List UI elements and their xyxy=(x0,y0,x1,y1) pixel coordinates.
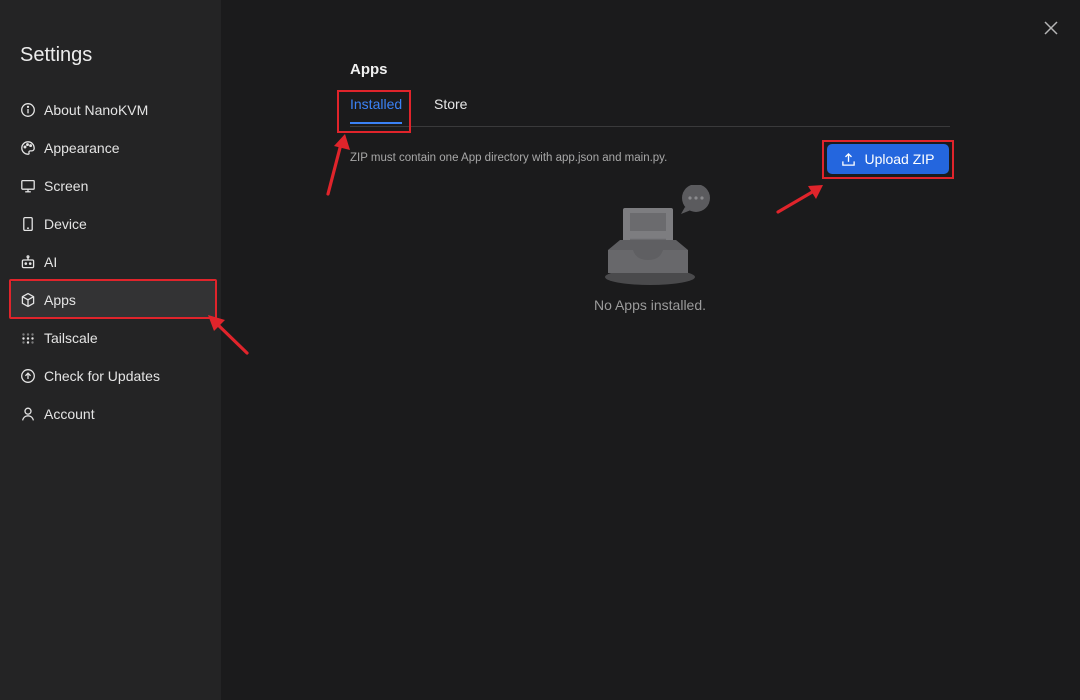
sidebar-item-label: Device xyxy=(44,216,87,232)
arrow-up-circle-icon xyxy=(20,368,36,384)
sidebar-nav: About NanoKVM Appearance Screen Device A… xyxy=(9,91,217,433)
user-icon xyxy=(20,406,36,422)
tab-store[interactable]: Store xyxy=(434,96,467,112)
annotation-box-upload xyxy=(822,140,954,179)
empty-state-message: No Apps installed. xyxy=(593,297,707,313)
annotation-arrow-upload xyxy=(776,185,823,214)
monitor-icon xyxy=(20,178,36,194)
sidebar-item-device[interactable]: Device xyxy=(10,205,216,243)
info-icon xyxy=(20,102,36,118)
robot-icon xyxy=(20,254,36,270)
sidebar-item-about[interactable]: About NanoKVM xyxy=(10,91,216,129)
sidebar-title: Settings xyxy=(20,44,93,66)
package-icon xyxy=(20,292,36,308)
phone-icon xyxy=(20,216,36,232)
annotation-arrow-apps xyxy=(208,315,249,355)
sidebar-item-ai[interactable]: AI xyxy=(10,243,216,281)
sidebar-item-label: AI xyxy=(44,254,58,270)
sidebar-item-label: Account xyxy=(44,406,95,422)
sidebar-item-account[interactable]: Account xyxy=(10,395,216,433)
sidebar-item-label: Tailscale xyxy=(44,330,98,346)
palette-icon xyxy=(20,140,36,156)
close-button[interactable] xyxy=(1042,19,1060,37)
sidebar: Settings About NanoKVM Appearance Screen xyxy=(0,0,221,700)
tailscale-icon xyxy=(20,330,36,346)
sidebar-item-label: Check for Updates xyxy=(44,368,160,384)
sidebar-item-check-updates[interactable]: Check for Updates xyxy=(10,357,216,395)
tab-bar: Installed Store xyxy=(337,90,950,133)
settings-window: Settings About NanoKVM Appearance Screen xyxy=(0,0,1080,700)
close-icon xyxy=(1044,21,1058,35)
sidebar-item-tailscale[interactable]: Tailscale xyxy=(10,319,216,357)
sidebar-item-label: About NanoKVM xyxy=(44,102,149,118)
sidebar-item-label: Apps xyxy=(44,292,76,308)
annotation-arrow-installed xyxy=(326,134,350,196)
sidebar-item-label: Screen xyxy=(44,178,89,194)
sidebar-item-screen[interactable]: Screen xyxy=(10,167,216,205)
page-title: Apps xyxy=(350,61,388,78)
sidebar-item-label: Appearance xyxy=(44,140,120,156)
sidebar-item-apps[interactable]: Apps xyxy=(9,279,217,319)
empty-inbox-illustration xyxy=(605,185,710,285)
sidebar-item-appearance[interactable]: Appearance xyxy=(10,129,216,167)
upload-hint: ZIP must contain one App directory with … xyxy=(350,152,668,164)
annotation-box-installed xyxy=(337,90,411,133)
